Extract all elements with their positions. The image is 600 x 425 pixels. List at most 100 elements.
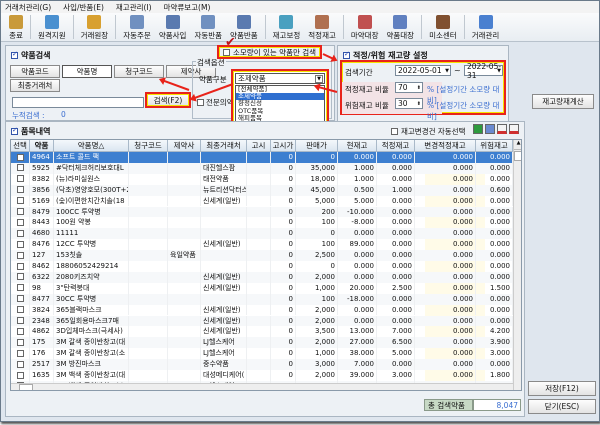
toolbar-button-auto-order[interactable]: 자동주문 xyxy=(119,13,155,41)
table-row[interactable]: 1763M 갈색 종이반창고(소LJ헬스케어01,00038.0005.0000… xyxy=(11,348,513,359)
select-cell[interactable] xyxy=(11,152,30,163)
tab-drug-name[interactable]: 약품명 xyxy=(62,65,112,78)
menu-purchase[interactable]: 사입/반품(E) xyxy=(63,2,104,13)
row-checkbox[interactable] xyxy=(17,350,24,357)
row-checkbox[interactable] xyxy=(17,339,24,346)
select-cell[interactable] xyxy=(11,348,30,359)
toolbar-button-exit[interactable]: 종료 xyxy=(5,13,27,41)
column-header[interactable]: 청구코드 xyxy=(129,140,168,152)
search-input[interactable] xyxy=(12,97,144,108)
column-header[interactable]: 최종거래처 xyxy=(201,140,247,152)
select-cell[interactable] xyxy=(11,283,30,294)
row-checkbox[interactable] xyxy=(17,317,24,324)
row-checkbox[interactable] xyxy=(17,197,24,204)
table-row[interactable]: 127153칫솔육일약품02,5000.0000.0000.0000.000 xyxy=(11,250,513,261)
table-row[interactable]: 5169(숯)이편한치간치솔(18신세계(일반)05,0005.0000.000… xyxy=(11,196,513,207)
horizontal-scrollbar[interactable] xyxy=(11,383,513,391)
row-checkbox[interactable] xyxy=(17,241,24,248)
row-checkbox[interactable] xyxy=(17,208,24,215)
items-checkbox[interactable] xyxy=(11,128,18,135)
row-checkbox[interactable] xyxy=(17,164,24,171)
row-checkbox[interactable] xyxy=(17,219,24,226)
select-cell[interactable] xyxy=(11,294,30,305)
row-checkbox[interactable] xyxy=(17,361,24,368)
select-cell[interactable] xyxy=(11,272,30,283)
column-header[interactable]: 판매가 xyxy=(296,140,338,152)
professional-checkbox[interactable] xyxy=(197,99,204,106)
toolbar-button-trade-manage[interactable]: 거래관리 xyxy=(468,13,504,41)
select-cell[interactable] xyxy=(11,305,30,316)
search-button[interactable]: 검색(F2) xyxy=(145,92,191,108)
drug-search-checkbox[interactable] xyxy=(11,52,18,59)
table-row[interactable]: 8382(뉴)라미실원스태전약품018,0001.0000.0000.0000.… xyxy=(11,174,513,185)
column-header[interactable]: 제약사 xyxy=(168,140,201,152)
danger-ratio-stepper[interactable]: 30⬍ xyxy=(395,98,423,109)
proper-ratio-stepper[interactable]: 70⬍ xyxy=(395,82,423,93)
column-header[interactable]: 위험재고 xyxy=(476,140,513,152)
toolbar-button-auto-return[interactable]: 자동반품 xyxy=(190,13,226,41)
tab-last-vendor[interactable]: 최종거래처 xyxy=(10,79,60,92)
select-cell[interactable] xyxy=(11,261,30,272)
table-row[interactable]: 2348365일회용마스크7매신세계(일반)02,0000.0000.0000.… xyxy=(11,316,513,327)
save-button[interactable]: 저장(F12) xyxy=(528,381,596,396)
select-cell[interactable] xyxy=(11,228,30,239)
row-checkbox[interactable] xyxy=(17,306,24,313)
menu-narcotics[interactable]: 마약류보고(M) xyxy=(164,2,211,13)
select-cell[interactable] xyxy=(11,239,30,250)
row-checkbox[interactable] xyxy=(17,295,24,302)
row-checkbox[interactable] xyxy=(17,263,24,270)
pdf-export-icon[interactable] xyxy=(497,124,507,134)
select-cell[interactable] xyxy=(11,196,30,207)
spin-icon[interactable]: ⬍ xyxy=(417,85,421,91)
row-checkbox[interactable] xyxy=(17,252,24,259)
table-row[interactable]: 5925#닥터체크허리보호대L대진헬스팜035,0001.0000.0000.0… xyxy=(11,163,513,174)
row-checkbox[interactable] xyxy=(17,186,24,193)
table-row[interactable]: 468011111000.0000.0000.0000.000 xyxy=(11,228,513,239)
select-cell[interactable] xyxy=(11,250,30,261)
menu-stock[interactable]: 재고관리(I) xyxy=(116,2,152,13)
column-header[interactable]: 선택 xyxy=(11,140,30,152)
row-checkbox[interactable] xyxy=(17,328,24,335)
select-cell[interactable] xyxy=(11,163,30,174)
table-row[interactable]: 48623D입체마스크(극세사)신세계(일반)03,50013.0007.000… xyxy=(11,326,513,337)
column-header[interactable]: 고시가 xyxy=(271,140,296,152)
vertical-scrollbar[interactable]: ▲ xyxy=(513,140,522,391)
column-header[interactable]: 현재고 xyxy=(338,140,377,152)
column-header[interactable]: 고시 xyxy=(247,140,271,152)
edit-icon[interactable] xyxy=(485,124,495,134)
drug-type-select[interactable]: 조제약품▼ xyxy=(235,73,325,84)
column-header[interactable]: 약품 xyxy=(30,140,54,152)
table-row[interactable]: 1753M 갈색 종이반창고(대LJ헬스케어02,00027.0006.5000… xyxy=(11,337,513,348)
toolbar-button-proper-stock[interactable]: 적정재고 xyxy=(304,13,340,41)
table-row[interactable]: 16353M 백색 종이반창고(대대성메디케어(02,00039.0003.00… xyxy=(11,370,513,381)
toolbar-button-ledger[interactable]: 거래원장 xyxy=(77,13,113,41)
row-checkbox[interactable] xyxy=(17,154,24,161)
row-checkbox[interactable] xyxy=(17,284,24,291)
menu-vendor[interactable]: 거래처관리(G) xyxy=(5,2,51,13)
table-row[interactable]: 4964소프트 콜드 팩000.0000.0000.0000.000 xyxy=(11,152,513,163)
toolbar-button-purchase[interactable]: 약품사입 xyxy=(155,13,191,41)
table-row[interactable]: 3824365블랙마스크신세계(일반)02,0000.0000.0000.000… xyxy=(11,305,513,316)
row-checkbox[interactable] xyxy=(17,230,24,237)
spin-icon[interactable]: ⬍ xyxy=(417,101,421,107)
toolbar-button-narcotics-ledger[interactable]: 마약대장 xyxy=(347,13,383,41)
select-cell[interactable] xyxy=(11,370,30,381)
calendar-dropdown-icon[interactable]: ▼ xyxy=(445,68,449,74)
row-checkbox[interactable] xyxy=(17,273,24,280)
select-cell[interactable] xyxy=(11,359,30,370)
calendar-dropdown-icon[interactable]: ▼ xyxy=(497,68,501,74)
toolbar-button-remote-support[interactable]: 원격지원 xyxy=(34,13,70,41)
stock-settings-checkbox[interactable] xyxy=(343,52,350,59)
tab-drug-code[interactable]: 약품코드 xyxy=(10,65,60,78)
print-icon[interactable] xyxy=(509,124,519,134)
select-cell[interactable] xyxy=(11,316,30,327)
table-row[interactable]: 8443100원 약봉0100-8.0000.0000.0000.000 xyxy=(11,217,513,228)
table-row[interactable]: 846218806052429214000.0000.0000.0000.000 xyxy=(11,261,513,272)
excel-export-icon[interactable] xyxy=(473,124,483,134)
select-cell[interactable] xyxy=(11,326,30,337)
toolbar-button-stock-adjust[interactable]: 재고보정 xyxy=(269,13,305,41)
date-to-field[interactable]: 2022-05-31▼ xyxy=(464,65,503,76)
date-from-field[interactable]: 2022-05-01▼ xyxy=(395,65,451,76)
column-header[interactable]: 약품명△ xyxy=(54,140,129,152)
select-cell[interactable] xyxy=(11,174,30,185)
